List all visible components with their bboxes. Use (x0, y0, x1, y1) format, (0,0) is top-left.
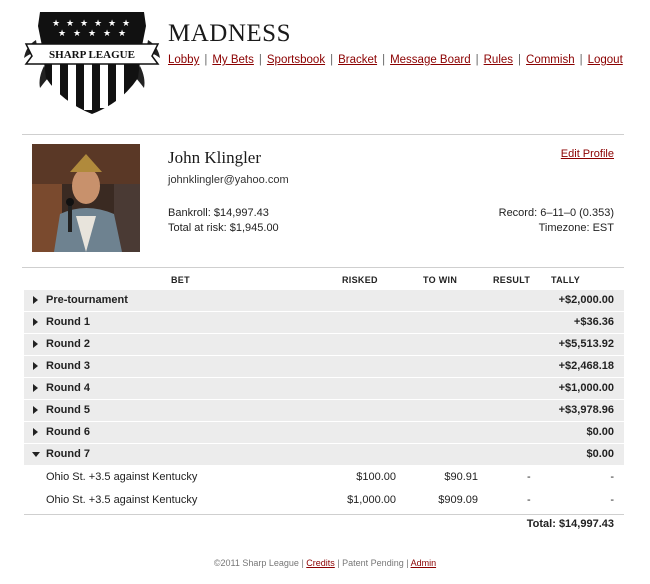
nav-logout[interactable]: Logout (588, 54, 623, 66)
group-tally: +$2,000.00 (558, 294, 614, 306)
group-row-round-3[interactable]: Round 3 +$2,468.18 (24, 356, 624, 377)
svg-text:★: ★ (118, 29, 126, 39)
group-tally: +$36.36 (573, 316, 614, 328)
group-tally: $0.00 (586, 448, 614, 460)
group-tally: $0.00 (586, 426, 614, 438)
svg-text:★: ★ (80, 19, 88, 29)
group-tally: +$3,978.96 (558, 404, 614, 416)
group-tally: +$2,468.18 (558, 360, 614, 372)
group-tally: +$5,513.92 (558, 338, 614, 350)
profile-stats-right: Record: 6–11–0 (0.353) Timezone: EST (499, 206, 614, 236)
svg-text:★: ★ (94, 19, 102, 29)
bet-tally: - (610, 471, 614, 483)
nav-sportsbook[interactable]: Sportsbook (267, 54, 325, 66)
profile-avatar (32, 144, 140, 252)
group-label: Round 7 (46, 448, 90, 460)
edit-profile-link[interactable]: Edit Profile (561, 148, 614, 160)
bet-to-win: $90.91 (444, 471, 478, 483)
bankroll: Bankroll: $14,997.43 (168, 207, 269, 219)
expand-arrow-icon (33, 406, 38, 414)
bet-to-win: $909.09 (438, 494, 478, 506)
footer-credits-link[interactable]: Credits (306, 558, 335, 568)
header-to-win: TO WIN (423, 275, 458, 285)
group-row-round-5[interactable]: Round 5 +$3,978.96 (24, 400, 624, 421)
logo-text: SHARP LEAGUE (49, 49, 135, 61)
group-row-round-2[interactable]: Round 2 +$5,513.92 (24, 334, 624, 355)
footer-copyright: ©2011 Sharp League (213, 558, 299, 568)
header-tally: TALLY (551, 275, 581, 285)
total-divider (24, 514, 624, 515)
site-title: MADNESS (168, 20, 291, 47)
expand-arrow-icon (33, 362, 38, 370)
total-at-risk: Total at risk: $1,945.00 (168, 222, 279, 234)
header-bet: BET (171, 275, 190, 285)
bet-description: Ohio St. +3.5 against Kentucky (46, 471, 198, 483)
nav-bracket[interactable]: Bracket (338, 54, 377, 66)
bet-risked: $100.00 (356, 471, 396, 483)
record: Record: 6–11–0 (0.353) (498, 207, 614, 219)
nav-message-board[interactable]: Message Board (390, 54, 471, 66)
group-label: Round 1 (46, 316, 90, 328)
group-label: Round 5 (46, 404, 90, 416)
group-row-round-6[interactable]: Round 6 $0.00 (24, 422, 624, 443)
group-row-pre-tournament[interactable]: Pre-tournament +$2,000.00 (24, 290, 624, 311)
bet-row: Ohio St. +3.5 against Kentucky $100.00 $… (24, 466, 624, 488)
group-tally: +$1,000.00 (558, 382, 614, 394)
expand-arrow-icon (33, 296, 38, 304)
group-row-round-4[interactable]: Round 4 +$1,000.00 (24, 378, 624, 399)
expand-arrow-icon (33, 428, 38, 436)
profile-email: johnklingler@yahoo.com (168, 174, 289, 186)
svg-text:★: ★ (58, 29, 66, 39)
svg-text:★: ★ (52, 19, 60, 29)
nav-lobby[interactable]: Lobby (168, 54, 199, 66)
expand-arrow-icon (33, 384, 38, 392)
timezone: Timezone: EST (538, 222, 614, 234)
svg-text:★: ★ (122, 19, 130, 29)
expand-arrow-icon (33, 318, 38, 326)
group-label: Round 2 (46, 338, 90, 350)
svg-text:★: ★ (103, 29, 111, 39)
nav-my-bets[interactable]: My Bets (212, 54, 254, 66)
group-label: Round 4 (46, 382, 90, 394)
header-result: RESULT (493, 275, 531, 285)
bet-tally: - (610, 494, 614, 506)
footer: ©2011 Sharp League | Credits | Patent Pe… (213, 558, 437, 568)
bets-table: BET RISKED TO WIN RESULT TALLY Pre-tourn… (24, 270, 624, 512)
header-divider (22, 134, 624, 135)
group-label: Round 3 (46, 360, 90, 372)
bet-risked: $1,000.00 (347, 494, 396, 506)
profile-stats-left: Bankroll: $14,997.43 Total at risk: $1,9… (168, 206, 279, 236)
grand-total: Total: $14,997.43 (526, 518, 614, 530)
collapse-arrow-icon (32, 452, 40, 457)
sharp-league-logo[interactable]: ★ ★ ★ ★ ★ ★ ★ ★ ★ ★ ★ SHARP LEAGUE (22, 6, 162, 118)
footer-patent: Patent Pending (342, 558, 404, 568)
group-row-round-1[interactable]: Round 1 +$36.36 (24, 312, 624, 333)
profile-divider (22, 267, 624, 268)
bet-result: - (527, 471, 531, 483)
bet-result: - (527, 494, 531, 506)
nav-rules[interactable]: Rules (484, 54, 513, 66)
main-nav: Lobby | My Bets | Sportsbook | Bracket | Message… (168, 54, 623, 66)
table-header: BET RISKED TO WIN RESULT TALLY (24, 270, 624, 290)
footer-admin-link[interactable]: Admin (411, 558, 437, 568)
svg-text:★: ★ (88, 29, 96, 39)
nav-commish[interactable]: Commish (526, 54, 575, 66)
group-label: Pre-tournament (46, 294, 128, 306)
group-label: Round 6 (46, 426, 90, 438)
group-row-round-7[interactable]: Round 7 $0.00 (24, 444, 624, 465)
expand-arrow-icon (33, 340, 38, 348)
svg-text:★: ★ (73, 29, 81, 39)
svg-text:★: ★ (108, 19, 116, 29)
profile-name: John Klingler (168, 148, 262, 167)
bet-row: Ohio St. +3.5 against Kentucky $1,000.00… (24, 489, 624, 511)
bet-description: Ohio St. +3.5 against Kentucky (46, 494, 198, 506)
header-risked: RISKED (342, 275, 378, 285)
svg-text:★: ★ (66, 19, 74, 29)
